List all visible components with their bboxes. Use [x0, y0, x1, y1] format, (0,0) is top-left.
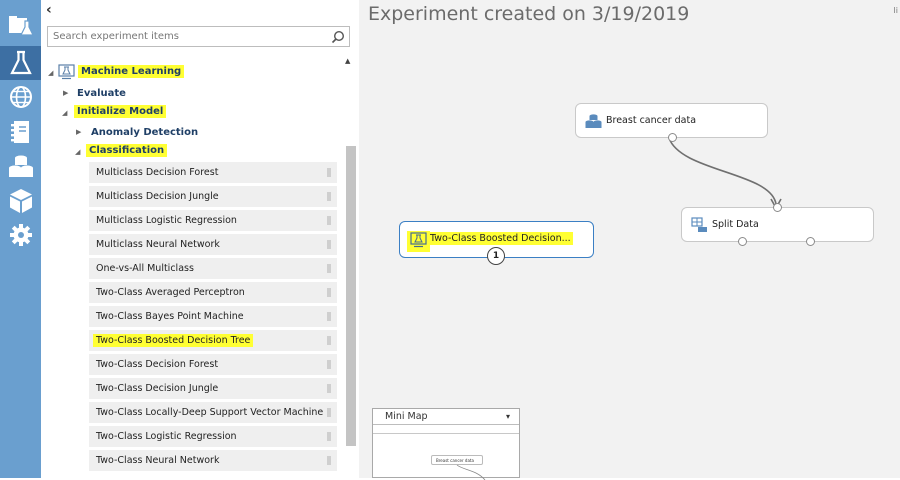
drag-handle-icon[interactable]: [327, 408, 331, 417]
expanded-triangle-icon[interactable]: ◢: [48, 69, 53, 77]
split-data-node[interactable]: Split Data: [681, 203, 874, 246]
module-item[interactable]: Two-Class Logistic Regression: [89, 426, 337, 447]
chevron-down-icon[interactable]: ▾: [506, 409, 510, 425]
drag-handle-icon[interactable]: [327, 360, 331, 369]
drag-handle-icon[interactable]: [327, 384, 331, 393]
module-item[interactable]: Two-Class Decision Jungle: [89, 378, 337, 399]
module-item[interactable]: Multiclass Neural Network: [89, 234, 337, 255]
expanded-triangle-icon[interactable]: ◢: [75, 148, 80, 156]
drag-handle-icon[interactable]: [327, 312, 331, 321]
experiment-canvas[interactable]: Experiment created on 3/19/2019 li Breas…: [359, 0, 900, 480]
palette-scrollbar[interactable]: [346, 146, 356, 446]
module-palette: ‹ ◢ Machine Learning ▶ Evaluate ◢ Initia…: [41, 0, 360, 478]
boosted-decision-tree-node[interactable]: Two-Class Boosted Decision... 1: [399, 221, 594, 265]
mini-map-connector: [456, 464, 486, 480]
data-cylinders-icon[interactable]: [0, 150, 41, 184]
model-flask-icon: [410, 232, 427, 248]
drag-handle-icon[interactable]: [327, 456, 331, 465]
tree-classification[interactable]: Classification: [86, 144, 168, 157]
drag-handle-icon[interactable]: [327, 168, 331, 177]
drag-handle-icon[interactable]: [327, 216, 331, 225]
trained-models-cube-icon[interactable]: [0, 184, 41, 218]
module-item[interactable]: Two-Class Locally-Deep Support Vector Ma…: [89, 402, 337, 423]
search-icon[interactable]: [331, 29, 345, 48]
drag-handle-icon[interactable]: [327, 240, 331, 249]
module-item[interactable]: Two-Class Neural Network: [89, 450, 337, 471]
tree-anomaly-detection[interactable]: Anomaly Detection: [91, 127, 198, 138]
module-item[interactable]: Two-Class Bayes Point Machine: [89, 306, 337, 327]
output-port[interactable]: [668, 133, 677, 142]
module-item[interactable]: Multiclass Decision Forest: [89, 162, 337, 183]
mini-map-header[interactable]: Mini Map ▾: [373, 409, 519, 425]
search-box: [47, 26, 350, 47]
nav-rail: [0, 0, 41, 478]
boosted-node-highlight: [407, 231, 430, 252]
module-item[interactable]: Multiclass Logistic Regression: [89, 210, 337, 231]
output-port-left[interactable]: [738, 237, 747, 246]
mini-map-body[interactable]: Breast cancer data: [373, 433, 519, 480]
web-services-globe-icon[interactable]: [0, 80, 41, 114]
drag-handle-icon[interactable]: [327, 336, 331, 345]
drag-handle-icon[interactable]: [327, 264, 331, 273]
search-input[interactable]: [48, 27, 328, 46]
dataset-cylinders-icon: [585, 113, 602, 132]
output-port-right[interactable]: [806, 237, 815, 246]
input-port[interactable]: [773, 203, 782, 212]
mini-map[interactable]: Mini Map ▾ Breast cancer data: [372, 408, 520, 480]
module-item[interactable]: Multiclass Decision Jungle: [89, 186, 337, 207]
datasets-icon[interactable]: [0, 8, 41, 42]
tree-machine-learning[interactable]: Machine Learning: [78, 65, 185, 78]
module-item[interactable]: Two-Class Averaged Perceptron: [89, 282, 337, 303]
drag-handle-icon[interactable]: [327, 192, 331, 201]
experiments-flask-icon[interactable]: [0, 46, 41, 80]
untrained-model-badge[interactable]: 1: [487, 247, 505, 265]
module-item-highlighted[interactable]: Two-Class Boosted Decision Tree: [89, 330, 337, 351]
collapsed-triangle-icon[interactable]: ▶: [76, 128, 81, 136]
notebooks-icon[interactable]: [0, 115, 41, 149]
expanded-triangle-icon[interactable]: ◢: [62, 109, 67, 117]
split-data-grid-icon: [691, 217, 708, 236]
collapsed-triangle-icon[interactable]: ▶: [63, 89, 68, 97]
settings-gear-icon[interactable]: [0, 218, 41, 252]
breast-cancer-data-node[interactable]: Breast cancer data: [575, 103, 768, 142]
tree-evaluate[interactable]: Evaluate: [77, 88, 126, 99]
drag-handle-icon[interactable]: [327, 432, 331, 441]
module-item[interactable]: Two-Class Decision Forest: [89, 354, 337, 375]
drag-handle-icon[interactable]: [327, 288, 331, 297]
module-item[interactable]: One-vs-All Multiclass: [89, 258, 337, 279]
tree-initialize-model[interactable]: Initialize Model: [74, 105, 167, 118]
machine-learning-icon: [58, 64, 75, 84]
scroll-up-arrow-icon[interactable]: ▲: [345, 57, 350, 65]
collapse-palette-button[interactable]: ‹: [46, 2, 52, 18]
